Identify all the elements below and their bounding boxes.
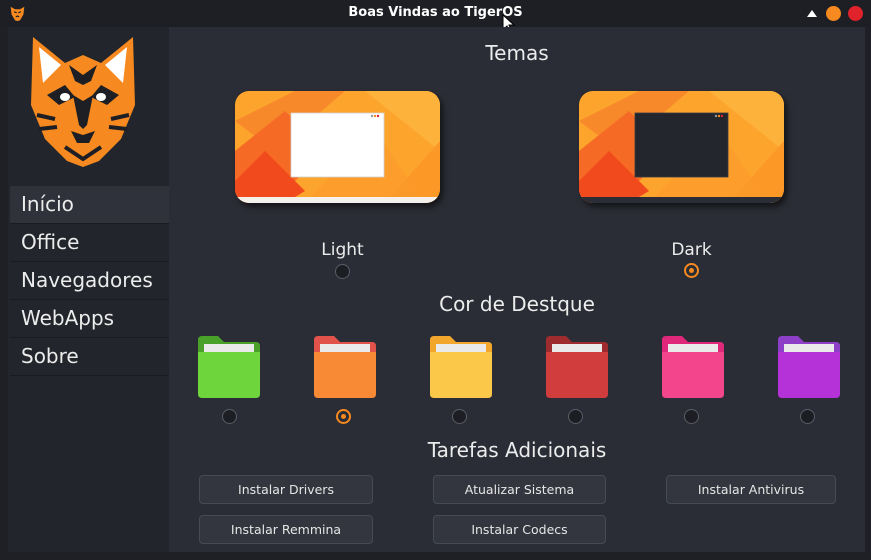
accent-radio-green[interactable] bbox=[222, 409, 237, 424]
accent-radio-orange[interactable] bbox=[336, 409, 351, 424]
theme-label-light: Light bbox=[321, 240, 364, 260]
folder-green-icon[interactable] bbox=[196, 332, 262, 400]
sidebar: Início Office Navegadores WebApps Sobre bbox=[8, 27, 169, 552]
tiger-logo-icon bbox=[31, 37, 135, 167]
welcome-window: Início Office Navegadores WebApps Sobre … bbox=[8, 27, 865, 552]
folder-purple-icon[interactable] bbox=[776, 332, 842, 400]
folder-pink-icon[interactable] bbox=[660, 332, 726, 400]
sidebar-item-office[interactable]: Office bbox=[10, 224, 169, 262]
sidebar-nav: Início Office Navegadores WebApps Sobre bbox=[10, 186, 169, 376]
close-button[interactable] bbox=[848, 6, 863, 21]
update-system-button[interactable]: Atualizar Sistema bbox=[433, 475, 606, 504]
theme-preview-dark[interactable] bbox=[579, 91, 784, 203]
sidebar-item-navegadores[interactable]: Navegadores bbox=[10, 262, 169, 300]
sidebar-item-sobre[interactable]: Sobre bbox=[10, 338, 169, 376]
install-drivers-button[interactable]: Instalar Drivers bbox=[199, 475, 373, 504]
install-codecs-button[interactable]: Instalar Codecs bbox=[433, 515, 606, 544]
accent-radio-purple[interactable] bbox=[800, 409, 815, 424]
theme-radio-dark[interactable] bbox=[684, 263, 699, 278]
title-bar: Boas Vindas ao TigerOS bbox=[0, 0, 871, 34]
install-remmina-button[interactable]: Instalar Remmina bbox=[199, 515, 373, 544]
folder-orange-icon[interactable] bbox=[312, 332, 378, 400]
window-title: Boas Vindas ao TigerOS bbox=[348, 5, 523, 20]
theme-radio-light[interactable] bbox=[335, 264, 350, 279]
accent-radio-pink[interactable] bbox=[684, 409, 699, 424]
minimize-button[interactable] bbox=[826, 6, 841, 21]
tasks-title: Tarefas Adicionais bbox=[427, 438, 607, 462]
maximize-arrow-icon[interactable] bbox=[806, 8, 818, 18]
folder-red-icon[interactable] bbox=[544, 332, 610, 400]
main-content: Temas Light Dark Cor de Destque Tarefas … bbox=[169, 27, 865, 552]
accent-radio-red[interactable] bbox=[568, 409, 583, 424]
accent-radio-yellow[interactable] bbox=[452, 409, 467, 424]
sidebar-item-webapps[interactable]: WebApps bbox=[10, 300, 169, 338]
accent-title: Cor de Destque bbox=[439, 292, 595, 316]
sidebar-item-inicio[interactable]: Início bbox=[10, 186, 169, 224]
theme-preview-light[interactable] bbox=[235, 91, 440, 203]
theme-label-dark: Dark bbox=[671, 240, 712, 260]
folder-yellow-icon[interactable] bbox=[428, 332, 494, 400]
themes-title: Temas bbox=[485, 41, 549, 65]
install-antivirus-button[interactable]: Instalar Antivirus bbox=[666, 475, 836, 504]
